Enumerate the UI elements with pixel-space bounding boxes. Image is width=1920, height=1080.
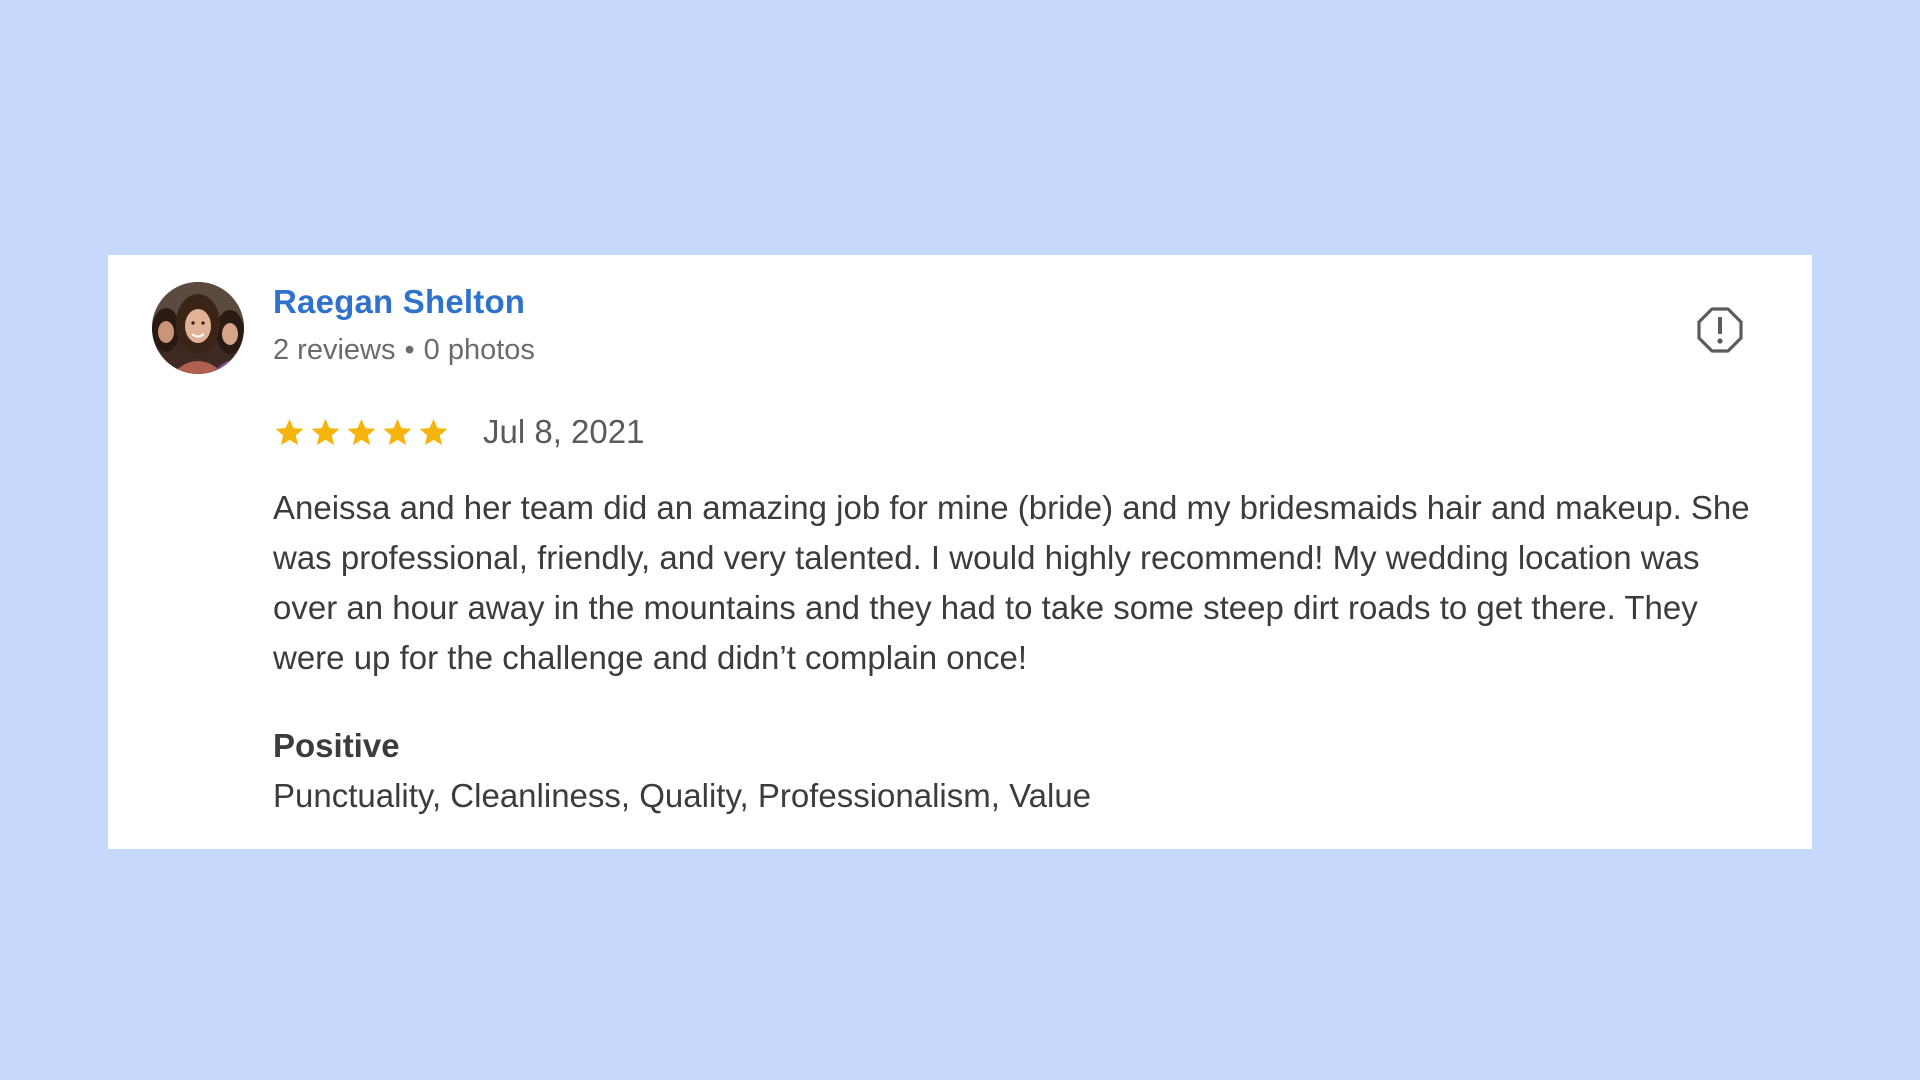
attributes-values: Punctuality, Cleanliness, Quality, Profe… xyxy=(273,777,1092,814)
meta-separator: • xyxy=(404,334,415,366)
photo-count: 0 photos xyxy=(423,334,535,366)
star-filled-icon xyxy=(419,418,448,445)
review-card: Raegan Shelton 2 reviews • 0 photos Jul 8,… xyxy=(108,255,1812,849)
review-count: 2 reviews xyxy=(273,334,396,366)
review-text: Aneissa and her team did an amazing job … xyxy=(273,489,1750,676)
attributes-heading: Positive xyxy=(273,727,400,764)
rating-row: Jul 8, 2021 xyxy=(273,412,644,452)
star-filled-icon xyxy=(311,418,340,445)
star-filled-icon xyxy=(275,418,304,445)
star-filled-icon xyxy=(347,418,376,445)
reviewer-meta: 2 reviews • 0 photos xyxy=(273,334,535,367)
report-flag-icon[interactable] xyxy=(1696,306,1744,354)
star-rating xyxy=(273,416,453,449)
reviewer-name-link[interactable]: Raegan Shelton xyxy=(273,283,525,321)
review-date: Jul 8, 2021 xyxy=(483,413,645,450)
avatar[interactable] xyxy=(152,282,244,374)
star-filled-icon xyxy=(383,418,412,445)
